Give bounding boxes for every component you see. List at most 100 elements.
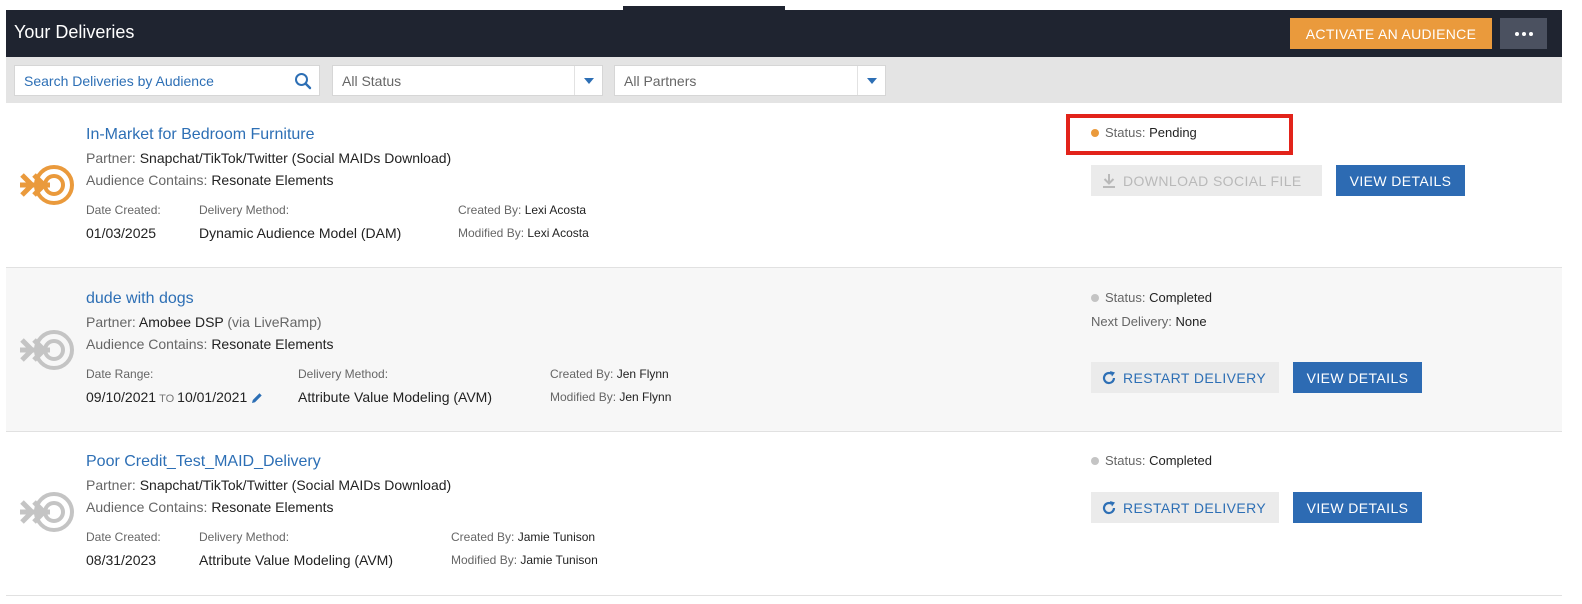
date-range-end: 10/01/2021 [177,389,248,405]
modified-by-value: Jen Flynn [619,390,672,404]
delivery-row: Poor Credit_Test_MAID_Delivery Partner: … [6,432,1562,596]
created-by: Created By: Jen Flynn [550,367,669,381]
status-filter-caret-area [574,66,602,95]
delivery-method-label: Delivery Method: [199,203,290,217]
more-horizontal-icon [1514,31,1519,36]
download-social-file-label: DOWNLOAD SOCIAL FILE [1123,172,1302,189]
date-created-value: 01/03/2025 [86,225,157,241]
delivery-title-link[interactable]: In-Market for Bedroom Furniture [86,126,315,144]
status-line: Status: Completed [1091,290,1212,305]
modified-by: Modified By: Jen Flynn [550,390,671,404]
partner-suffix: (via LiveRamp) [223,314,322,330]
restart-delivery-button[interactable]: RESTART DELIVERY [1091,492,1279,523]
delivery-target-icon [20,165,74,205]
modified-by: Modified By: Jamie Tunison [451,553,598,567]
partner-value: Amobee DSP [138,314,224,330]
status-label: Status: [1105,453,1150,468]
date-created-value: 08/31/2023 [86,552,157,568]
more-options-button[interactable] [1500,18,1547,49]
partners-filter-caret-area [857,66,885,95]
restart-delivery-label: RESTART DELIVERY [1123,499,1267,516]
download-social-file-button[interactable]: DOWNLOAD SOCIAL FILE [1091,165,1322,196]
deliveries-app: Your Deliveries ACTIVATE AN AUDIENCE All… [6,10,1562,604]
delivery-row: In-Market for Bedroom Furniture Partner:… [6,103,1562,268]
audience-value: Resonate Elements [211,499,334,515]
partner-label: Partner: [86,150,140,166]
status-label: Status: [1105,290,1150,305]
refresh-icon [1102,500,1116,514]
delivery-method-value: Dynamic Audience Model (DAM) [199,225,402,241]
status-line: Status: Completed [1091,453,1212,468]
audience-line: Audience Contains: Resonate Elements [86,499,334,515]
next-delivery-label: Next Delivery: [1091,314,1176,329]
created-by-label: Created By: [451,530,518,544]
delivery-method-value: Attribute Value Modeling (AVM) [298,389,493,405]
partner-label: Partner: [86,477,140,493]
restart-delivery-button[interactable]: RESTART DELIVERY [1091,362,1279,393]
more-horizontal-icon-dot [1528,31,1533,36]
audience-label: Audience Contains: [86,336,212,352]
partner-line: Partner: Snapchat/TikTok/Twitter (Social… [86,477,451,493]
view-details-button[interactable]: VIEW DETAILS [1293,492,1422,523]
edit-pencil-icon[interactable] [251,392,263,404]
modified-by-value: Lexi Acosta [527,226,589,240]
partner-value: Snapchat/TikTok/Twitter (Social MAIDs Do… [139,150,452,166]
audience-line: Audience Contains: Resonate Elements [86,336,334,352]
page-header: Your Deliveries ACTIVATE AN AUDIENCE [6,10,1562,57]
page-title: Your Deliveries [14,22,135,42]
audience-line: Audience Contains: Resonate Elements [86,172,334,188]
partner-line: Partner: Amobee DSP (via LiveRamp) [86,314,322,330]
delivery-target-icon [20,330,74,370]
chevron-down-icon [867,78,877,84]
status-completed-dot [1091,294,1099,302]
status-filter-select[interactable]: All Status [332,65,603,96]
modified-by-label: Modified By: [451,553,521,567]
created-by-value: Jen Flynn [616,367,669,381]
next-delivery-line: Next Delivery: None [1091,314,1207,329]
status-filter-value: All Status [342,73,402,89]
activate-audience-button[interactable]: ACTIVATE AN AUDIENCE [1290,18,1492,49]
partners-filter-value: All Partners [624,73,697,89]
date-range-to: TO [159,393,175,405]
status-value: Completed [1149,453,1212,468]
created-by-label: Created By: [458,203,525,217]
audience-label: Audience Contains: [86,499,212,515]
delivery-method-value: Attribute Value Modeling (AVM) [199,552,394,568]
search-box [14,65,320,96]
delivery-method-label: Delivery Method: [199,530,290,544]
created-by-label: Created By: [550,367,617,381]
partners-filter-select[interactable]: All Partners [614,65,886,96]
date-range-label: Date Range: [86,367,154,381]
search-input[interactable] [15,66,287,95]
date-range-value: 09/10/2021 TO 10/01/2021 [86,389,263,405]
delivery-method-label: Delivery Method: [298,367,389,381]
modified-by-value: Jamie Tunison [520,553,598,567]
delivery-target-icon [20,492,74,532]
delivery-title-link[interactable]: dude with dogs [86,290,194,308]
highlight-annotation-box [1066,114,1293,155]
refresh-icon [1102,370,1116,384]
view-details-button[interactable]: VIEW DETAILS [1336,165,1465,196]
partner-value: Snapchat/TikTok/Twitter (Social MAIDs Do… [139,477,452,493]
search-icon[interactable] [293,71,313,91]
status-value: Completed [1149,290,1212,305]
partner-line: Partner: Snapchat/TikTok/Twitter (Social… [86,150,451,166]
audience-label: Audience Contains: [86,172,212,188]
modified-by-label: Modified By: [458,226,528,240]
audience-value: Resonate Elements [211,336,334,352]
chevron-down-icon [584,78,594,84]
created-by: Created By: Jamie Tunison [451,530,595,544]
download-icon [1103,173,1115,188]
created-by-value: Jamie Tunison [517,530,596,544]
modified-by-label: Modified By: [550,390,620,404]
modified-by: Modified By: Lexi Acosta [458,226,589,240]
delivery-row: dude with dogs Partner: Amobee DSP (via … [6,268,1562,432]
date-created-label: Date Created: [86,530,161,544]
audience-value: Resonate Elements [211,172,334,188]
status-completed-dot [1091,457,1099,465]
more-horizontal-icon-dot [1521,31,1526,36]
delivery-title-link[interactable]: Poor Credit_Test_MAID_Delivery [86,453,321,471]
created-by: Created By: Lexi Acosta [458,203,586,217]
restart-delivery-label: RESTART DELIVERY [1123,369,1267,386]
view-details-button[interactable]: VIEW DETAILS [1293,362,1422,393]
